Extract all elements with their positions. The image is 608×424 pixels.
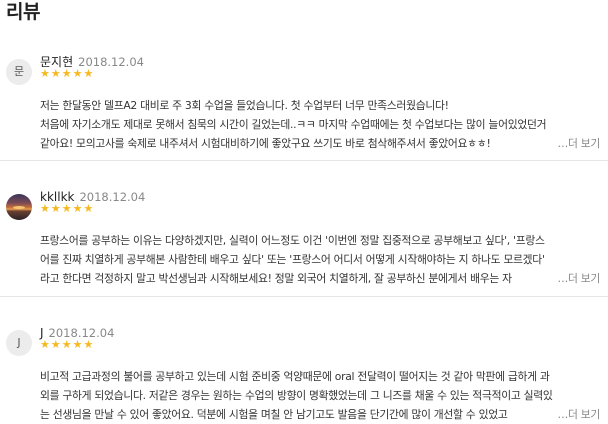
review-text: 프랑스어를 공부하는 이유는 다양하겠지만, 실력이 어느정도 이건 '이번엔 …: [40, 231, 600, 288]
review-text-line: 저는 한달동안 델프A2 대비로 주 3회 수업을 들었습니다. 첫 수업부터 …: [40, 99, 449, 112]
review-text-line: 라고 한다면 걱정하지 말고 박선생님과 시작해보세요! 정말 외국어 치열하게…: [40, 272, 512, 285]
avatar: [6, 194, 32, 220]
star-rating: ★★★★★: [40, 202, 95, 215]
reviews-heading: 리뷰: [6, 1, 40, 23]
review-text: 비고적 고급과정의 불어를 공부하고 있는데 시험 준비중 억양때문에 oral…: [40, 367, 600, 424]
review-text-line: 는 선생님을 만날 수 있어 좋았어요. 덕분에 시험을 며칠 안 남기고도 발…: [40, 408, 508, 421]
review-text-line: 외를 구하게 되었습니다. 저같은 경우는 원하는 수업의 방향이 명확했었는데…: [40, 389, 553, 402]
review-text-line: 어를 진짜 치열하게 공부해본 사람한테 배우고 싶다' 또는 '프랑스어 어디…: [40, 253, 545, 266]
review-text: 저는 한달동안 델프A2 대비로 주 3회 수업을 들었습니다. 첫 수업부터 …: [40, 96, 600, 153]
avatar: 문: [6, 59, 32, 85]
read-more-link[interactable]: …더 보기: [553, 269, 600, 288]
avatar: J: [6, 330, 32, 356]
review-text-line-last: 는 선생님을 만날 수 있어 좋았어요. 덕분에 시험을 며칠 안 남기고도 발…: [40, 405, 600, 424]
star-rating: ★★★★★: [40, 67, 95, 80]
review-text-line: 같아요! 모의고사를 숙제로 내주셔서 시험대비하기에 좋았구요 쓰기도 바로 …: [40, 137, 491, 150]
review-text-line: 프랑스어를 공부하는 이유는 다양하겠지만, 실력이 어느정도 이건 '이번엔 …: [40, 234, 545, 247]
review-text-line: 처음에 자기소개도 제대로 못해서 침묵의 시간이 길었는데..ㅋㅋ 마지막 수…: [40, 118, 547, 131]
review-text-line-last: 같아요! 모의고사를 숙제로 내주셔서 시험대비하기에 좋았구요 쓰기도 바로 …: [40, 134, 600, 153]
divider: [0, 296, 608, 297]
review-text-line-last: 라고 한다면 걱정하지 말고 박선생님과 시작해보세요! 정말 외국어 치열하게…: [40, 269, 600, 288]
read-more-link[interactable]: …더 보기: [553, 134, 600, 153]
star-rating: ★★★★★: [40, 338, 95, 351]
read-more-link[interactable]: …더 보기: [553, 405, 600, 424]
review-text-line: 비고적 고급과정의 불어를 공부하고 있는데 시험 준비중 억양때문에 oral…: [40, 370, 550, 383]
divider: [0, 160, 608, 161]
